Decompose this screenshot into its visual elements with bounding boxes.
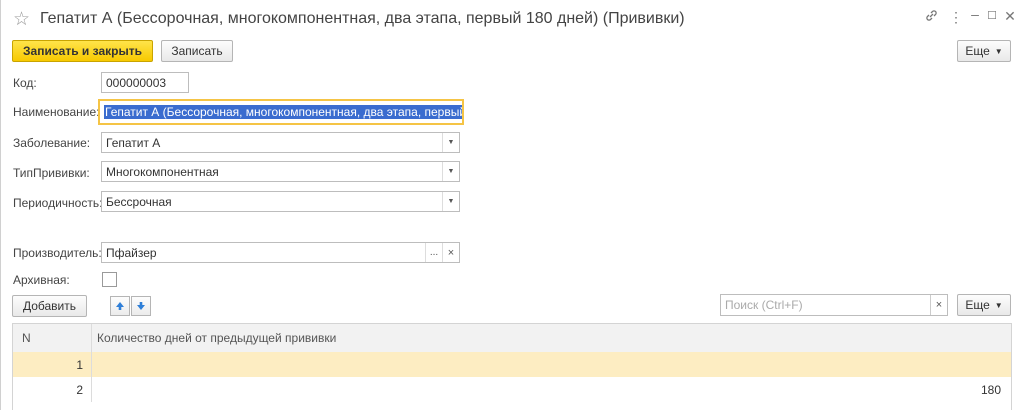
type-label: ТипПрививки: [13, 166, 90, 180]
row-n: 2 [76, 382, 83, 397]
left-edge-line [0, 0, 1, 410]
manufacturer-field[interactable]: Пфайзер ... × [101, 242, 460, 263]
type-value: Многокомпонентная [106, 164, 219, 179]
disease-value: Гепатит А [106, 135, 161, 150]
archive-label: Архивная: [13, 273, 70, 287]
save-button[interactable]: Записать [161, 40, 233, 62]
table-header: N Количество дней от предыдущей прививки [13, 324, 1011, 353]
maker-value: Пфайзер [106, 245, 157, 260]
clear-search-icon[interactable]: × [930, 295, 947, 315]
save-and-close-button[interactable]: Записать и закрыть [12, 40, 153, 62]
star-icon[interactable]: ☆ [13, 8, 30, 31]
more-vert-icon[interactable]: ⋮ [947, 9, 965, 26]
select-button[interactable]: ... [425, 243, 442, 262]
maximize-icon[interactable]: ☐ [983, 9, 1001, 22]
window-title: Гепатит А (Бессорочная, многокомпонентна… [40, 10, 685, 27]
name-label: Наименование: [13, 105, 100, 119]
name-field[interactable]: Гепатит А (Бессорочная, многокомпонентна… [98, 99, 464, 125]
code-value: 000000003 [106, 75, 167, 90]
more-button[interactable]: Еще ▼ [957, 40, 1011, 62]
window-titlebar: ☆ Гепатит А (Бессорочная, многокомпонент… [0, 0, 1024, 38]
column-header-n[interactable]: N [22, 324, 82, 352]
column-divider [91, 352, 92, 377]
archive-checkbox[interactable] [102, 272, 117, 287]
move-down-button[interactable] [131, 296, 151, 316]
disease-label: Заболевание: [13, 136, 91, 150]
more-label: Еще [965, 44, 990, 58]
arrow-up-icon [116, 302, 124, 310]
table-more-button[interactable]: Еще ▼ [957, 294, 1011, 316]
chevron-down-icon: ▼ [994, 300, 1003, 310]
column-header-days[interactable]: Количество дней от предыдущей прививки [97, 324, 697, 352]
table-row[interactable]: 2 180 [13, 377, 1011, 402]
code-field[interactable]: 000000003 [101, 72, 189, 93]
chevron-down-icon: ▼ [994, 46, 1003, 56]
row-n: 1 [76, 357, 83, 372]
name-value: Гепатит А (Бессорочная, многокомпонентна… [104, 105, 462, 119]
arrow-down-icon [137, 302, 145, 310]
close-icon[interactable]: ✕ [1001, 8, 1019, 25]
table-more-label: Еще [965, 298, 990, 312]
row-days: 180 [980, 382, 1001, 397]
dropdown-arrow-icon[interactable]: ▼ [442, 162, 459, 181]
code-label: Код: [13, 76, 37, 90]
vaccination-type-field[interactable]: Многокомпонентная ▼ [101, 161, 460, 182]
minimize-icon[interactable]: ‒ [966, 6, 984, 22]
move-up-button[interactable] [110, 296, 130, 316]
periodicity-field[interactable]: Бессрочная ▼ [101, 191, 460, 212]
maker-label: Производитель: [13, 246, 102, 260]
row-days [97, 352, 997, 377]
schedule-table: N Количество дней от предыдущей прививки… [12, 323, 1012, 410]
dropdown-arrow-icon[interactable]: ▼ [442, 192, 459, 211]
search-input[interactable]: Поиск (Ctrl+F) × [720, 294, 948, 316]
column-divider [91, 324, 92, 352]
disease-field[interactable]: Гепатит А ▼ [101, 132, 460, 153]
dropdown-arrow-icon[interactable]: ▼ [442, 133, 459, 152]
clear-icon[interactable]: × [442, 243, 459, 262]
column-divider [91, 377, 92, 402]
table-row[interactable]: 1 [13, 352, 1011, 377]
period-label: Периодичность: [13, 196, 103, 210]
add-button[interactable]: Добавить [12, 295, 87, 317]
search-placeholder: Поиск (Ctrl+F) [725, 298, 803, 312]
link-icon[interactable] [922, 9, 940, 25]
period-value: Бессрочная [106, 194, 172, 209]
